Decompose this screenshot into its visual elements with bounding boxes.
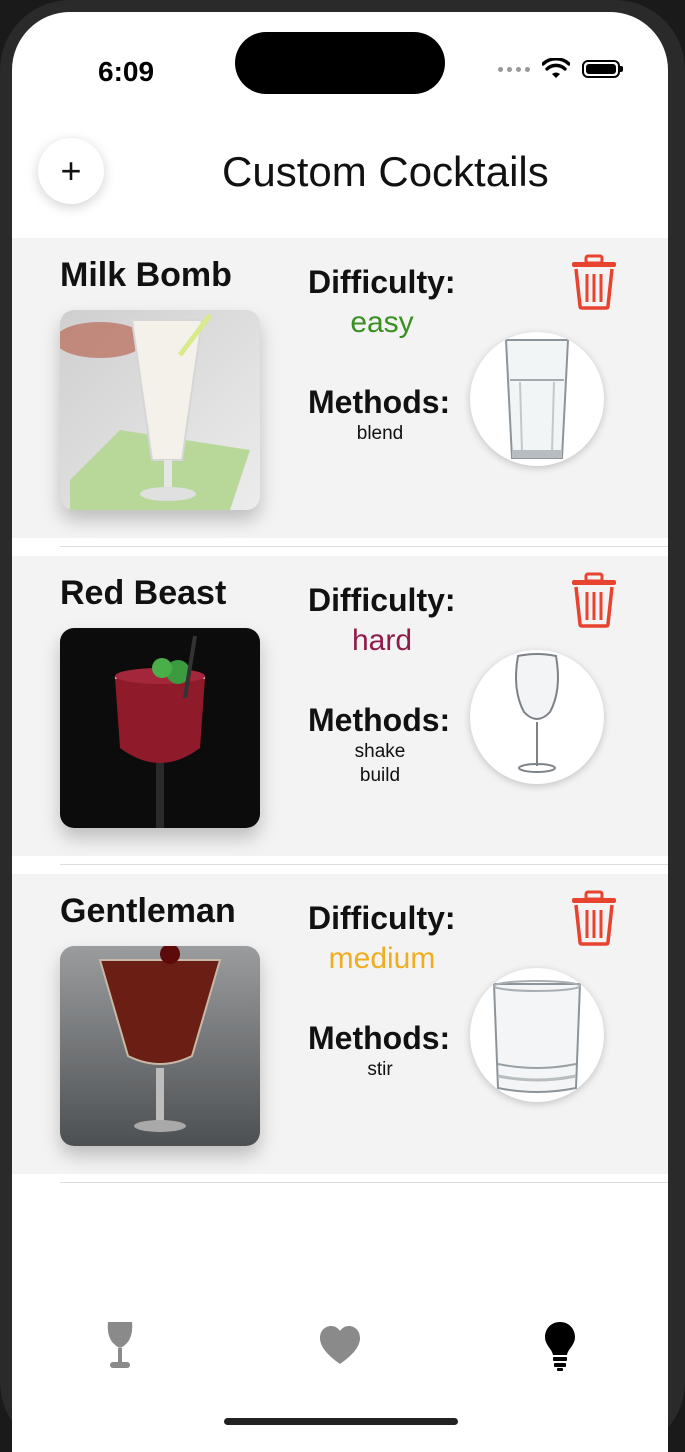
divider bbox=[60, 546, 668, 547]
device-frame: 6:09 + Custom Cocktails Milk Bomb Diffic… bbox=[0, 0, 685, 1452]
wifi-icon bbox=[542, 58, 570, 78]
method-item: shake bbox=[354, 741, 406, 762]
methods-list: shake build bbox=[308, 740, 452, 788]
lightbulb-icon bbox=[545, 1322, 575, 1371]
dynamic-island bbox=[235, 32, 445, 94]
highball-glass bbox=[470, 332, 604, 466]
add-cocktail-button[interactable]: + bbox=[38, 138, 104, 204]
delete-trash-icon[interactable] bbox=[568, 572, 620, 628]
cocktail-card[interactable]: Gentleman Difficulty: medium Methods: st… bbox=[12, 874, 668, 1174]
cocktail-name: Red Beast bbox=[60, 574, 227, 612]
difficulty-value: hard bbox=[351, 624, 413, 657]
cocktail-card[interactable]: Milk Bomb Difficulty: easy Methods: blen… bbox=[12, 238, 668, 538]
brown-cocktail-photo bbox=[60, 946, 260, 1146]
method-item: stir bbox=[367, 1059, 393, 1080]
cocktail-name: Gentleman bbox=[60, 892, 236, 930]
milkshake-photo bbox=[60, 310, 260, 510]
difficulty-label: Difficulty: bbox=[308, 264, 456, 300]
delete-trash-icon[interactable] bbox=[568, 890, 620, 946]
methods-list: blend bbox=[308, 422, 452, 446]
divider bbox=[60, 1182, 668, 1183]
delete-trash-icon[interactable] bbox=[568, 254, 620, 310]
battery-icon bbox=[582, 60, 623, 78]
tab-favorites[interactable] bbox=[320, 1318, 360, 1374]
home-indicator bbox=[224, 1418, 458, 1425]
wine-glass-icon bbox=[107, 1322, 133, 1368]
methods-label: Methods: bbox=[308, 384, 451, 420]
rocks-glass bbox=[470, 968, 604, 1102]
difficulty-value: easy bbox=[350, 306, 414, 339]
methods-label: Methods: bbox=[308, 702, 451, 738]
difficulty-label: Difficulty: bbox=[308, 900, 456, 936]
methods-label: Methods: bbox=[308, 1020, 451, 1056]
status-time: 6:09 bbox=[98, 56, 155, 87]
status-icons bbox=[498, 58, 623, 80]
signal-icon bbox=[498, 66, 530, 72]
cocktail-card[interactable]: Red Beast Difficulty: hard Methods: shak… bbox=[12, 556, 668, 856]
tab-ideas[interactable] bbox=[540, 1318, 580, 1374]
red-cocktail-photo bbox=[60, 628, 260, 828]
wine-glass bbox=[470, 650, 604, 784]
difficulty-label: Difficulty: bbox=[308, 582, 456, 618]
difficulty-value: medium bbox=[328, 942, 436, 975]
method-item: build bbox=[359, 765, 401, 786]
page-title: Custom Cocktails bbox=[222, 148, 549, 195]
method-item: blend bbox=[356, 423, 404, 444]
screen: 6:09 + Custom Cocktails Milk Bomb Diffic… bbox=[12, 12, 668, 1452]
tab-glass[interactable] bbox=[100, 1318, 140, 1374]
methods-list: stir bbox=[308, 1058, 452, 1082]
cocktail-name: Milk Bomb bbox=[60, 256, 232, 294]
divider bbox=[60, 864, 668, 865]
heart-icon bbox=[320, 1326, 360, 1364]
